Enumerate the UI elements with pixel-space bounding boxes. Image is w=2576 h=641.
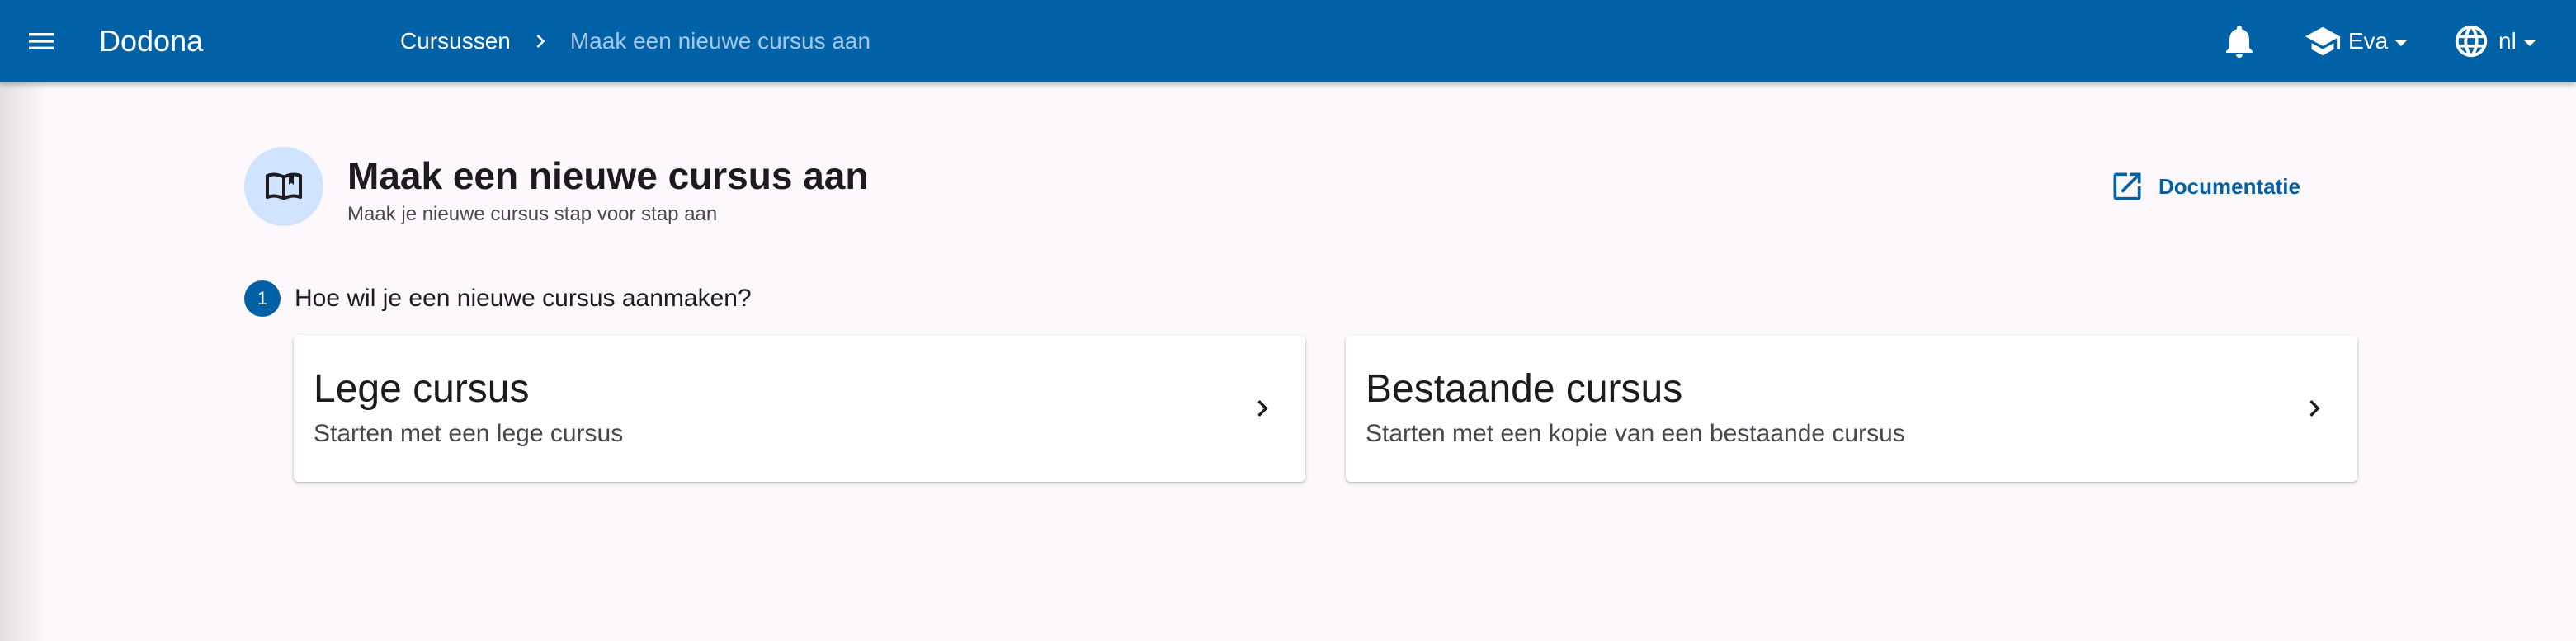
page-subtitle: Maak je nieuwe cursus stap voor stap aan xyxy=(347,203,718,225)
bell-icon xyxy=(2226,26,2253,58)
caret-down-icon xyxy=(2394,40,2409,46)
page-title: Maak een nieuwe cursus aan xyxy=(347,154,869,197)
menu-button[interactable] xyxy=(18,18,64,64)
step-question: Hoe wil je een nieuwe cursus aanmaken? xyxy=(295,285,752,312)
option-description: Starten met een lege cursus xyxy=(314,420,624,447)
graduation-cap-icon xyxy=(2305,26,2341,56)
documentation-link[interactable]: Documentatie xyxy=(2109,168,2300,205)
option-title: Bestaande cursus xyxy=(1366,367,1683,411)
option-description: Starten met een kopie van een bestaande … xyxy=(1366,420,1905,447)
app-name[interactable]: Dodona xyxy=(99,21,203,61)
user-name: Eva xyxy=(2348,28,2389,54)
page-icon xyxy=(244,147,323,226)
user-menu[interactable]: Eva xyxy=(2304,21,2409,61)
chevron-right-icon xyxy=(527,28,554,54)
language-menu[interactable]: nl xyxy=(2452,21,2536,61)
caret-down-icon xyxy=(2522,40,2536,46)
globe-icon xyxy=(2455,25,2488,58)
documentation-label: Documentatie xyxy=(2158,173,2300,199)
chevron-right-icon xyxy=(2298,392,2331,425)
breadcrumb-courses-link[interactable]: Cursussen xyxy=(400,23,511,59)
language-code: nl xyxy=(2498,28,2517,54)
hamburger-menu-icon xyxy=(29,33,54,49)
option-empty-course-card[interactable]: Lege cursus Starten met een lege cursus xyxy=(294,335,1305,482)
notifications-button[interactable] xyxy=(2220,21,2259,61)
sidebar-shadow xyxy=(0,82,46,641)
open-in-new-icon xyxy=(2113,172,2141,200)
breadcrumb: Cursussen Maak een nieuwe cursus aan xyxy=(400,23,870,59)
step-number-badge: 1 xyxy=(244,280,281,317)
top-app-bar: Dodona Cursussen Maak een nieuwe cursus … xyxy=(0,0,2576,82)
book-open-icon xyxy=(266,172,302,200)
option-existing-course-card[interactable]: Bestaande cursus Starten met een kopie v… xyxy=(1346,335,2357,482)
breadcrumb-current: Maak een nieuwe cursus aan xyxy=(569,28,871,54)
chevron-right-icon xyxy=(1246,392,1279,425)
option-title: Lege cursus xyxy=(314,367,530,411)
